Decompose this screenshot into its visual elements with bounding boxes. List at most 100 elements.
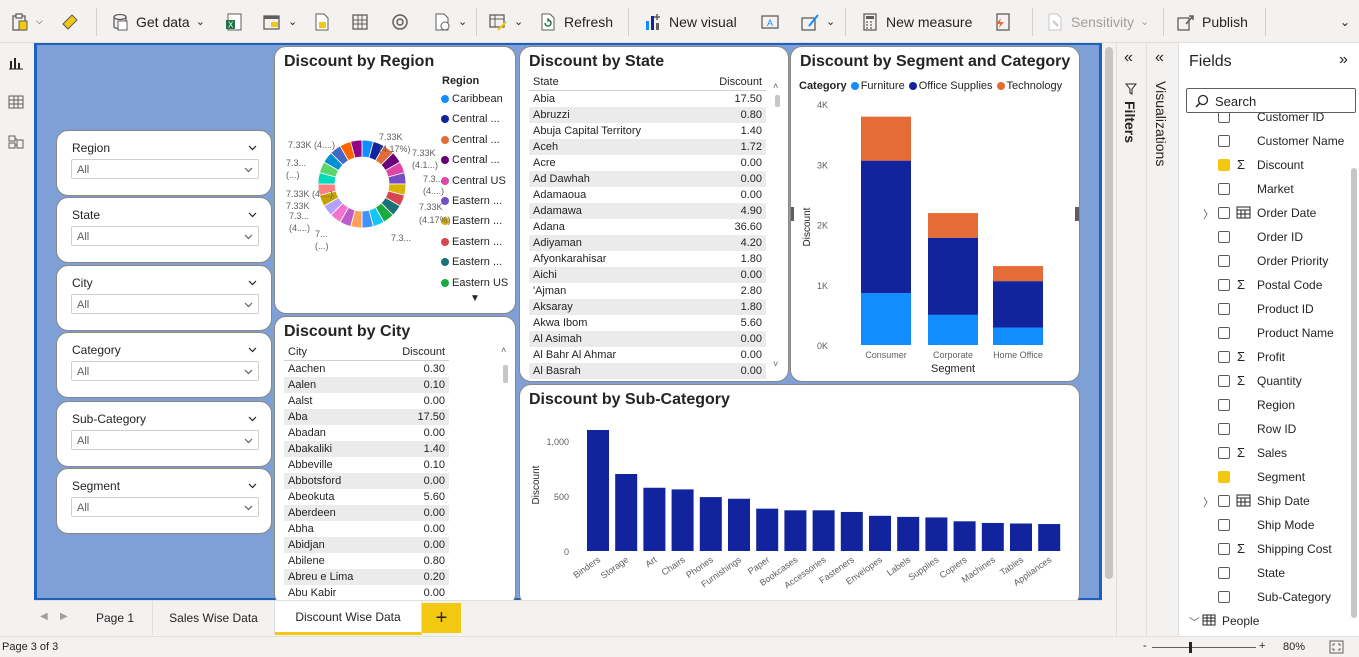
field-item[interactable]: Product ID (1179, 298, 1349, 320)
field-checkbox[interactable] (1218, 183, 1230, 195)
field-item[interactable]: Order Priority (1179, 250, 1349, 272)
field-item[interactable]: Region (1179, 394, 1349, 416)
table-row[interactable]: Adana 36.60 (529, 219, 766, 235)
slicer-dropdown[interactable]: All (71, 430, 259, 450)
zoom-out-button[interactable]: - (1143, 640, 1147, 652)
slicer-region[interactable]: Region All (56, 130, 272, 196)
prev-page-icon[interactable]: ◀ (40, 611, 48, 622)
expand-visualizations-icon[interactable]: « (1155, 49, 1164, 67)
table-row[interactable]: Adamawa 4.90 (529, 203, 766, 219)
slicer-category[interactable]: Category All (56, 332, 272, 398)
table-row[interactable]: Aba 17.50 (284, 409, 449, 425)
table-row[interactable]: Abha 0.00 (284, 521, 449, 537)
field-item[interactable]: 〉 Order Date (1179, 202, 1349, 224)
field-checkbox[interactable] (1218, 495, 1230, 507)
field-checkbox[interactable] (1218, 113, 1230, 123)
chevron-down-icon[interactable] (248, 143, 257, 152)
fit-to-page-icon[interactable] (1329, 640, 1344, 654)
field-checkbox[interactable] (1218, 135, 1230, 147)
table-row[interactable]: Aalst 0.00 (284, 393, 449, 409)
quick-measure-button[interactable] (993, 8, 1013, 35)
field-checkbox[interactable] (1218, 255, 1230, 267)
field-checkbox[interactable] (1218, 159, 1230, 171)
slicer-dropdown[interactable]: All (71, 361, 259, 381)
zoom-in-button[interactable]: + (1259, 640, 1265, 652)
scroll-up-icon[interactable]: ˄ (773, 81, 778, 91)
table-row[interactable]: Abia 17.50 (529, 91, 766, 107)
table-row[interactable]: Aichi 0.00 (529, 267, 766, 283)
chevron-down-icon[interactable] (248, 481, 257, 490)
table-row[interactable]: Abuja Capital Territory 1.40 (529, 123, 766, 139)
add-page-button[interactable]: + (422, 603, 461, 633)
slicer-state[interactable]: State All (56, 197, 272, 263)
field-item[interactable]: Σ Sales (1179, 442, 1349, 464)
table-row[interactable]: Abbotsford 0.00 (284, 473, 449, 489)
ribbon-collapse-button[interactable]: ⌄ (1340, 8, 1350, 35)
dataverse-button[interactable] (390, 8, 410, 35)
chevron-right-icon[interactable]: 〉 (1203, 494, 1214, 510)
sensitivity-button[interactable]: Sensitivity ⌄ (1045, 8, 1149, 35)
field-checkbox[interactable] (1218, 351, 1230, 363)
field-item[interactable]: Σ Quantity (1179, 370, 1349, 392)
slicer-city[interactable]: City All (56, 265, 272, 331)
table-people[interactable]: 〉 People (1179, 610, 1349, 630)
tab-sales-wise-data[interactable]: Sales Wise Data (153, 601, 275, 635)
state-table-card[interactable]: Discount by State State Discount Abia 17.5… (519, 46, 789, 382)
table-row[interactable]: 'Ajman 2.80 (529, 283, 766, 299)
scrollbar-thumb[interactable] (1351, 168, 1357, 618)
data-hub-button[interactable]: ⌄ (262, 8, 297, 35)
table-row[interactable]: Abu Kabir 0.00 (284, 585, 449, 601)
table-row[interactable]: Abilene 0.80 (284, 553, 449, 569)
field-checkbox[interactable] (1218, 399, 1230, 411)
slicer-dropdown[interactable]: All (71, 497, 259, 517)
field-item[interactable]: 〉 Ship Date (1179, 490, 1349, 512)
table-row[interactable]: Akwa Ibom 5.60 (529, 315, 766, 331)
field-checkbox[interactable] (1218, 375, 1230, 387)
publish-button[interactable]: Publish (1176, 8, 1248, 35)
table-row[interactable]: Adiyaman 4.20 (529, 235, 766, 251)
visualizations-pane-collapsed[interactable]: « Visualizations (1146, 43, 1178, 636)
new-measure-button[interactable]: New measure (860, 8, 972, 35)
field-item[interactable]: Order ID (1179, 226, 1349, 248)
table-row[interactable]: Aberdeen 0.00 (284, 505, 449, 521)
discount-column-header[interactable]: Discount (696, 76, 766, 88)
discount-column-header[interactable]: Discount (379, 346, 449, 358)
zoom-slider-thumb[interactable] (1189, 642, 1192, 653)
more-visuals-button[interactable]: ⌄ (800, 8, 835, 35)
table-row[interactable]: Al Asimah 0.00 (529, 331, 766, 347)
table-row[interactable]: Afyonkarahisar 1.80 (529, 251, 766, 267)
table-row[interactable]: Aksaray 1.80 (529, 299, 766, 315)
slicer-sub-category[interactable]: Sub-Category All (56, 401, 272, 467)
fields-scrollbar[interactable] (1351, 123, 1357, 623)
paste-button[interactable]: ⌵ (10, 8, 43, 35)
slicer-dropdown[interactable]: All (71, 294, 259, 314)
table-row[interactable]: Abidjan 0.00 (284, 537, 449, 553)
scroll-down-icon[interactable]: ˅ (773, 359, 778, 369)
field-checkbox[interactable] (1218, 231, 1230, 243)
field-item[interactable]: Σ Profit (1179, 346, 1349, 368)
refresh-button[interactable]: Refresh (538, 8, 613, 35)
table-row[interactable]: Aalen 0.10 (284, 377, 449, 393)
subcategory-chart-card[interactable]: Discount by Sub-Category 0 500 1,000 Discou… (519, 384, 1080, 606)
state-column-header[interactable]: State (529, 76, 696, 88)
table-row[interactable]: Ad Dawhah 0.00 (529, 171, 766, 187)
slicer-segment[interactable]: Segment All (56, 468, 272, 534)
chevron-right-icon[interactable]: 〉 (1203, 206, 1214, 222)
report-view-icon[interactable] (7, 55, 25, 71)
enter-data-button[interactable] (350, 8, 370, 35)
field-item[interactable]: Σ Postal Code (1179, 274, 1349, 296)
scrollbar-thumb[interactable] (775, 95, 780, 107)
excel-button[interactable]: X (224, 8, 244, 35)
table-row[interactable]: Acre 0.00 (529, 155, 766, 171)
field-item[interactable]: Market (1179, 178, 1349, 200)
city-table-card[interactable]: Discount by City City Discount Aachen 0.30… (274, 316, 516, 606)
chevron-down-icon[interactable] (248, 414, 257, 423)
field-checkbox[interactable] (1218, 447, 1230, 459)
field-checkbox[interactable] (1218, 471, 1230, 483)
recent-sources-button[interactable]: ⌄ (432, 8, 467, 35)
text-box-button[interactable]: A (760, 8, 780, 35)
field-item[interactable]: Σ Shipping Cost (1179, 538, 1349, 560)
state-table-scrollbar[interactable]: ˄ ˅ (773, 81, 781, 369)
fields-search-input[interactable]: Search (1186, 88, 1356, 113)
field-item[interactable]: State (1179, 562, 1349, 584)
